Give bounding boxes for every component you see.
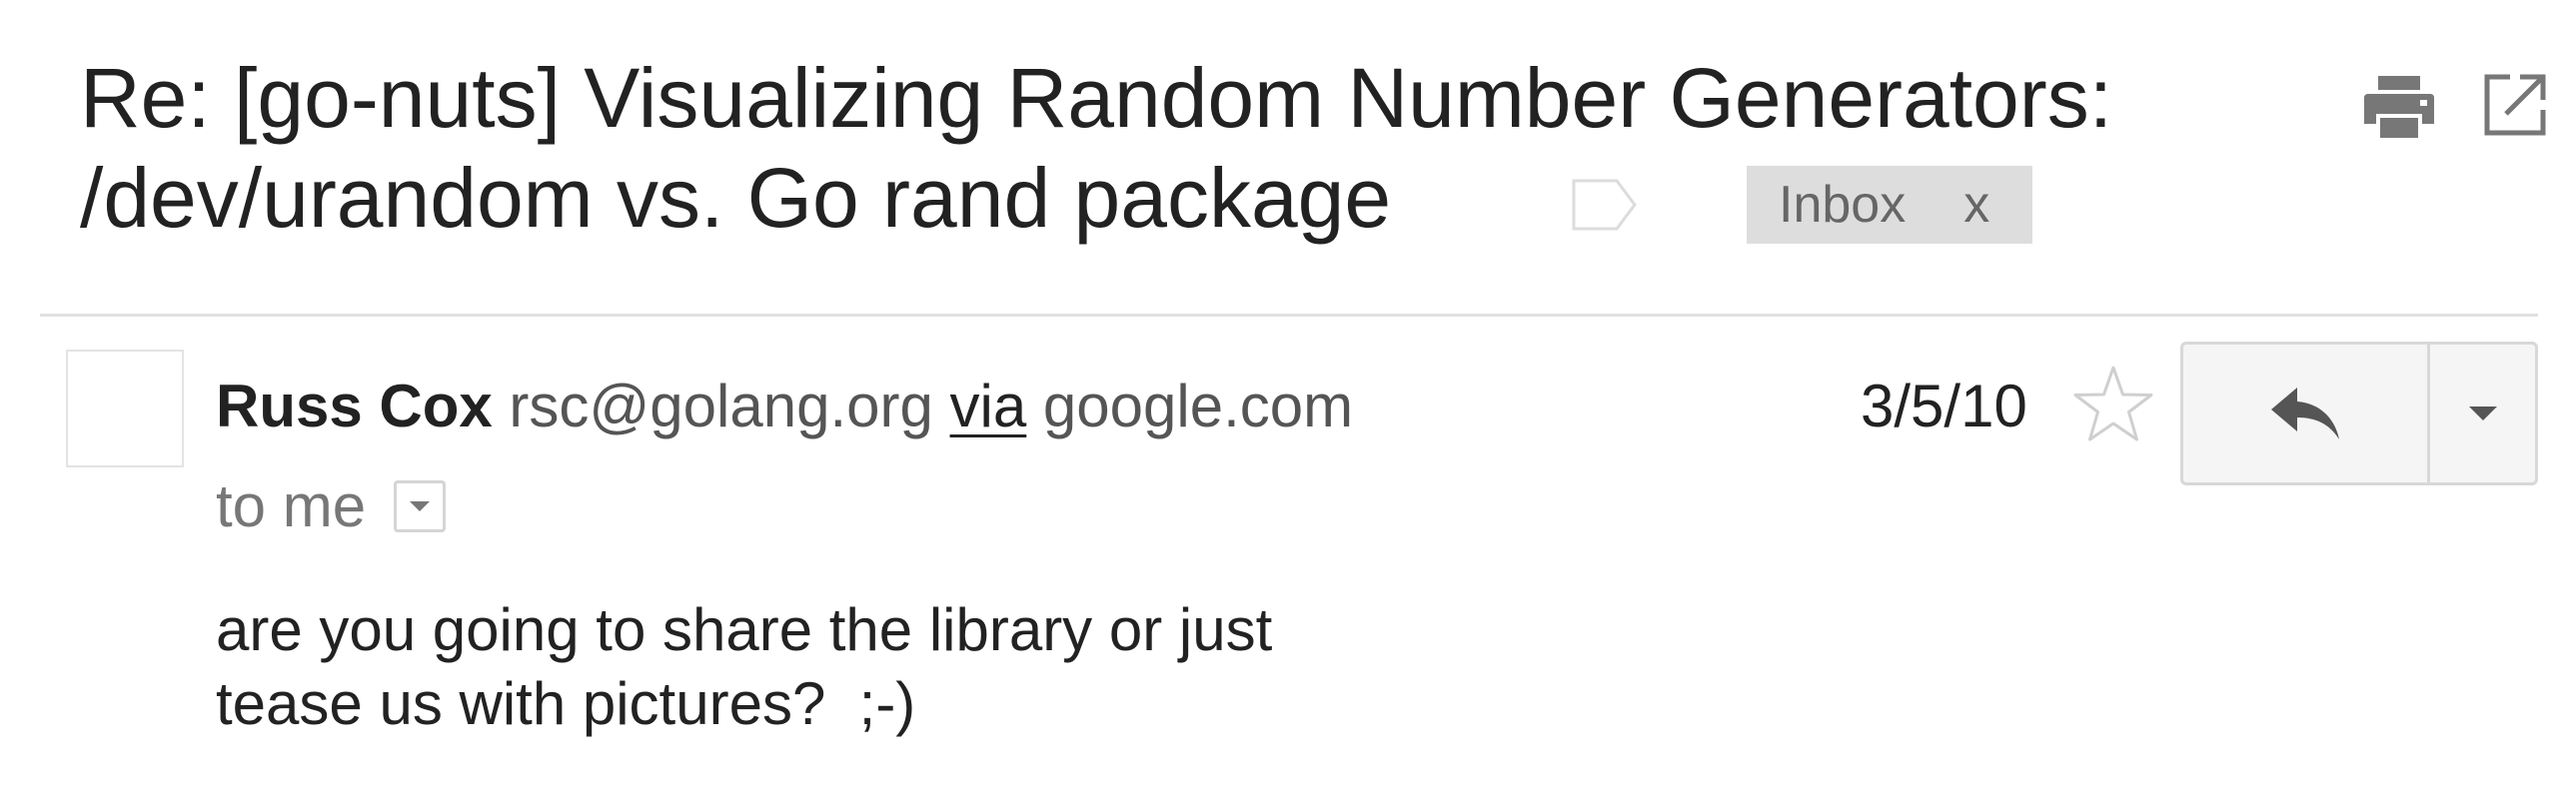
- sender-avatar: [66, 350, 184, 467]
- star-icon[interactable]: [2072, 364, 2154, 445]
- sender-email: rsc@golang.org: [509, 373, 933, 439]
- body-line-2: tease us with pictures? ;-): [216, 670, 916, 737]
- recipient-line: to me: [216, 471, 447, 541]
- recipient-text: to me: [216, 472, 367, 539]
- header-divider: [40, 314, 2538, 317]
- via-domain: google.com: [1042, 373, 1354, 439]
- label-tag-icon[interactable]: [1571, 178, 1639, 232]
- print-icon[interactable]: [2362, 74, 2436, 140]
- chevron-down-icon: [2468, 406, 2497, 420]
- sender-line: Russ Cox rsc@golang.org via google.com: [216, 372, 1353, 441]
- popout-icon[interactable]: [2482, 72, 2548, 138]
- more-actions-button[interactable]: [2430, 345, 2535, 482]
- reply-button[interactable]: [2183, 345, 2430, 482]
- reply-button-group: [2180, 342, 2538, 485]
- reply-icon: [2271, 388, 2339, 439]
- subject-line-1: Re: [go-nuts] Visualizing Random Number …: [80, 51, 2113, 145]
- message-date: 3/5/10: [1861, 373, 2027, 439]
- remove-label-button[interactable]: x: [1963, 166, 1989, 244]
- inbox-label-chip: Inbox x: [1747, 166, 2032, 244]
- show-details-button[interactable]: [394, 480, 447, 532]
- inbox-label-text: Inbox: [1779, 176, 1907, 234]
- via-link[interactable]: via: [950, 373, 1027, 439]
- sender-name[interactable]: Russ Cox: [216, 373, 493, 439]
- message-body: are you going to share the library or ju…: [216, 593, 1272, 741]
- body-line-1: are you going to share the library or ju…: [216, 596, 1273, 663]
- chevron-down-icon: [410, 501, 431, 511]
